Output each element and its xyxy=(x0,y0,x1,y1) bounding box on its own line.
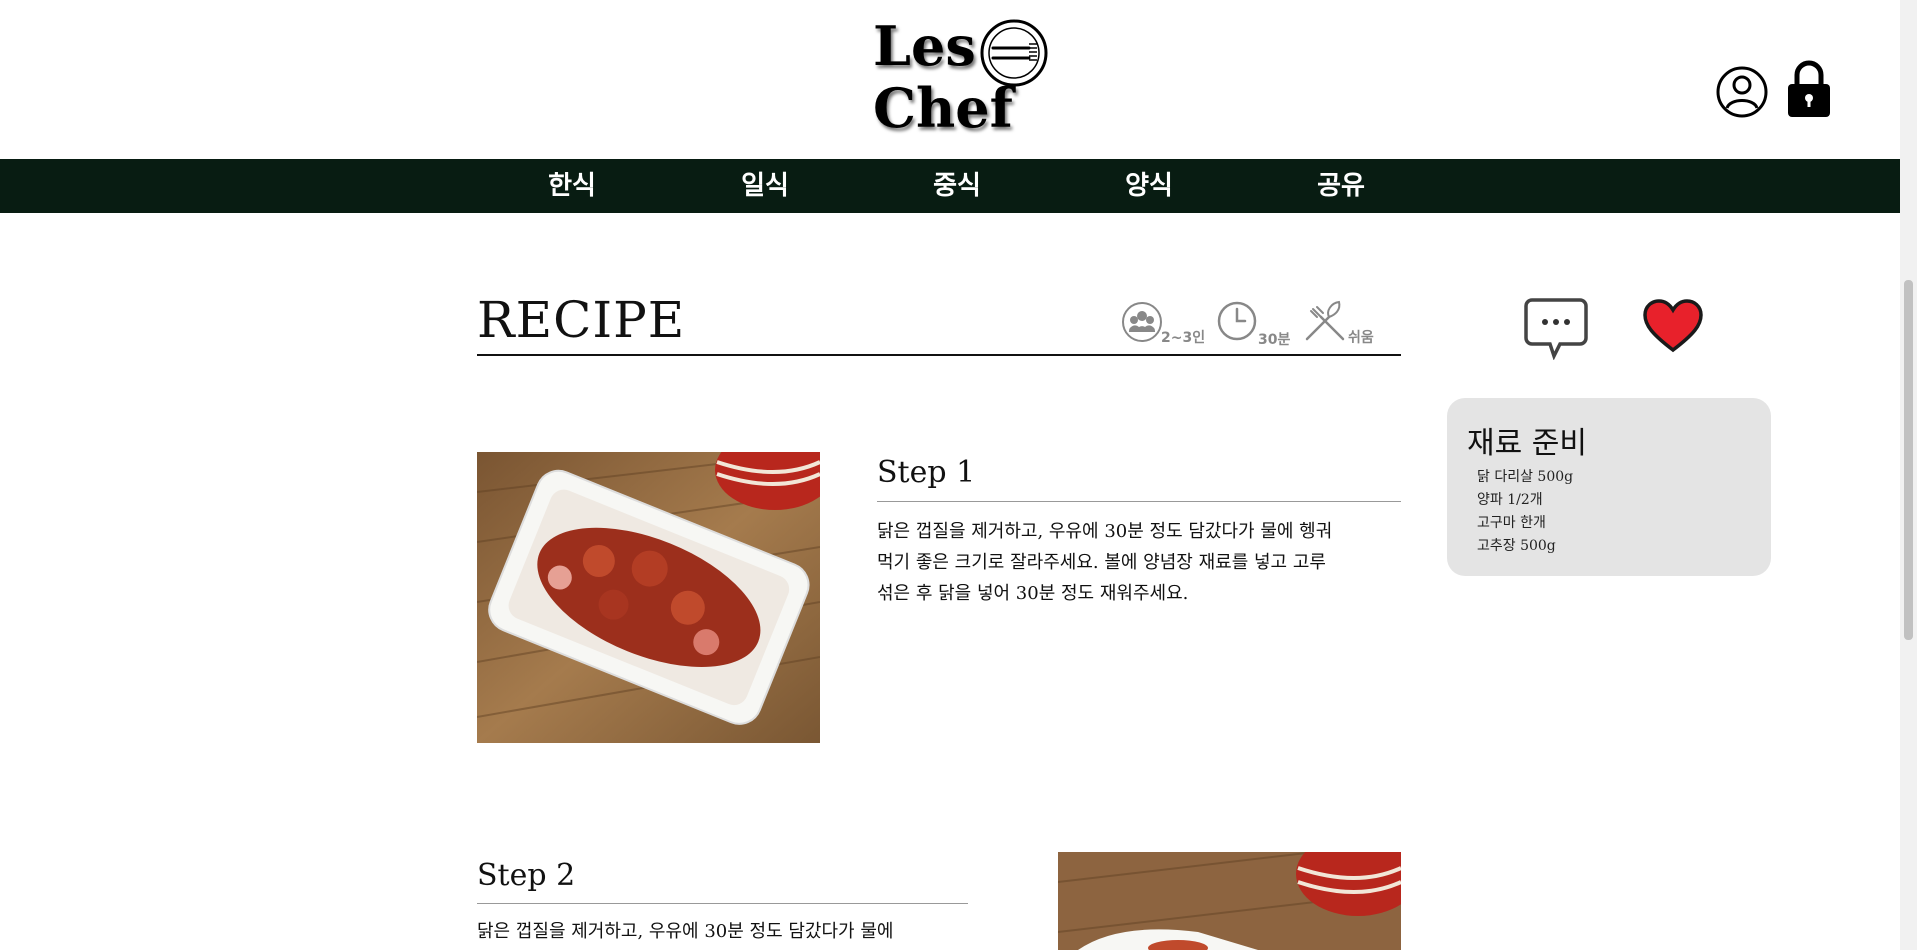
plate-icon xyxy=(980,19,1048,87)
ingredients-list: 닭 다리살 500g 양파 1/2개 고구마 한개 고추장 500g xyxy=(1477,466,1573,558)
step-2-description: 닭은 껍질을 제거하고, 우유에 30분 정도 담갔다가 물에 xyxy=(477,916,893,947)
main-nav: 한식 일식 중식 양식 공유 xyxy=(0,159,1900,213)
step-2-image xyxy=(1058,852,1401,950)
step-1-title: Step 1 xyxy=(877,455,976,490)
ingredients-title: 재료 준비 xyxy=(1467,426,1587,461)
user-icon[interactable] xyxy=(1716,66,1768,118)
heart-icon[interactable] xyxy=(1642,298,1704,354)
nav-item-japanese[interactable]: 일식 xyxy=(705,159,825,213)
nav-item-share[interactable]: 공유 xyxy=(1281,159,1401,213)
page-scrollbar[interactable] xyxy=(1900,0,1917,950)
nav-item-chinese[interactable]: 중식 xyxy=(897,159,1017,213)
step-1-text-line: 섞은 후 닭을 넣어 30분 정도 재워주세요. xyxy=(877,583,1189,604)
ingredients-panel: 재료 준비 닭 다리살 500g 양파 1/2개 고구마 한개 고추장 500g xyxy=(1447,398,1771,576)
ingredient-item: 양파 1/2개 xyxy=(1477,492,1543,508)
scrollbar-thumb[interactable] xyxy=(1904,280,1913,640)
ingredient-item: 고추장 500g xyxy=(1477,538,1556,554)
title-divider xyxy=(477,354,1401,356)
step-1-text-line: 닭은 껍질을 제거하고, 우유에 30분 정도 담갔다가 물에 헹궈 xyxy=(877,521,1333,542)
servings-label: 2~3인 xyxy=(1161,330,1206,346)
people-icon xyxy=(1122,302,1162,342)
ingredient-item: 고구마 한개 xyxy=(1477,515,1546,531)
nav-item-korean[interactable]: 한식 xyxy=(512,159,632,213)
step-1-image xyxy=(477,452,820,743)
lock-icon[interactable] xyxy=(1785,60,1833,120)
step-2-text-line: 닭은 껍질을 제거하고, 우유에 30분 정도 담갔다가 물에 xyxy=(477,921,894,942)
utensils-icon xyxy=(1305,300,1345,341)
step-2-divider xyxy=(477,903,968,904)
brand-logo[interactable]: Les Chef xyxy=(873,12,1053,142)
difficulty-label: 쉬움 xyxy=(1348,330,1374,346)
step-1-divider xyxy=(877,501,1401,502)
comment-icon[interactable] xyxy=(1524,296,1588,360)
recipe-title: RECIPE xyxy=(477,291,686,349)
brand-name-line1: Les xyxy=(873,14,976,78)
ingredient-item: 닭 다리살 500g xyxy=(1477,469,1574,485)
clock-icon xyxy=(1217,301,1257,341)
step-2-title: Step 2 xyxy=(477,858,576,893)
step-1-description: 닭은 껍질을 제거하고, 우유에 30분 정도 담갔다가 물에 헹궈 먹기 좋은… xyxy=(877,516,1332,609)
step-1-text-line: 먹기 좋은 크기로 잘라주세요. 볼에 양념장 재료를 넣고 고루 xyxy=(877,552,1326,573)
nav-item-western[interactable]: 양식 xyxy=(1089,159,1209,213)
site-header: Les Chef xyxy=(0,0,1900,159)
time-label: 30분 xyxy=(1258,332,1291,348)
